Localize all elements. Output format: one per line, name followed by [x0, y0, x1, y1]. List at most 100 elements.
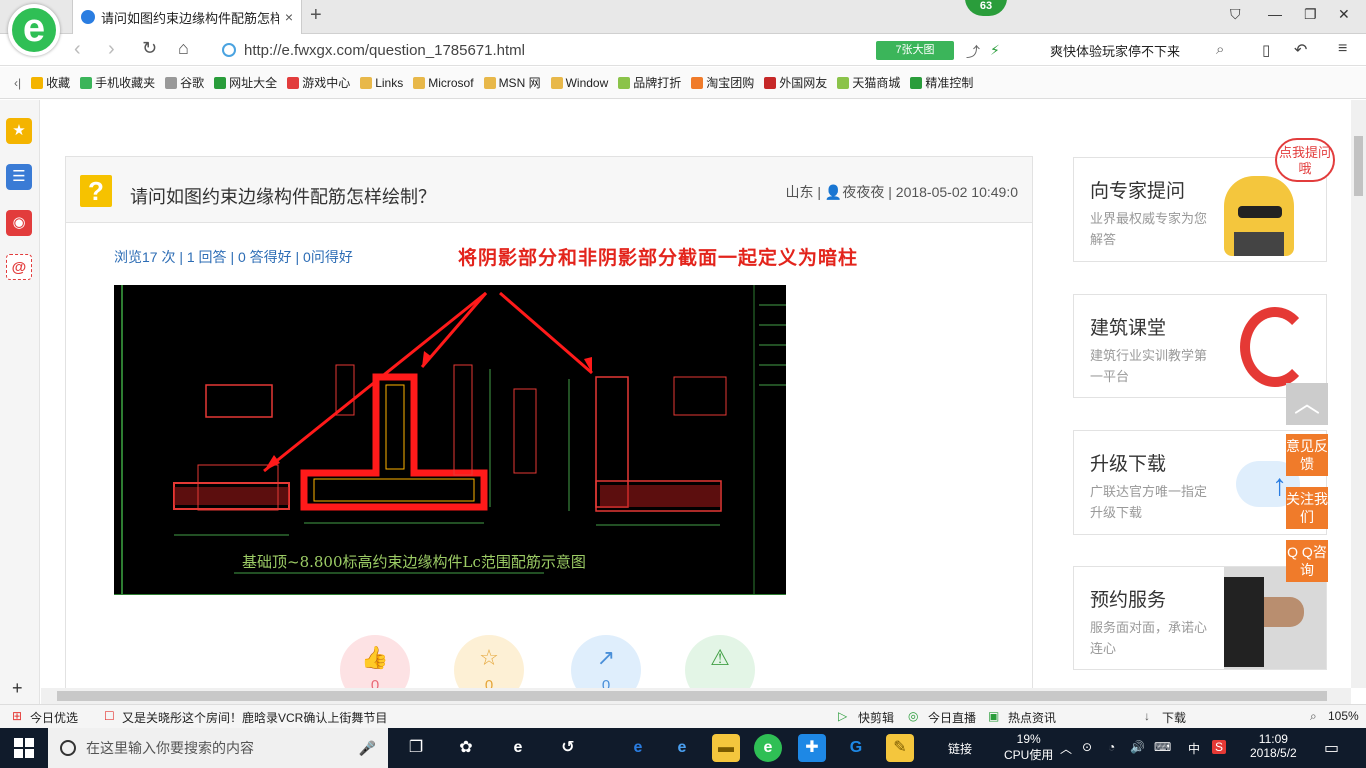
action-center-icon[interactable]: ▭	[1324, 738, 1339, 758]
forward-arrow-icon[interactable]: ›	[108, 38, 115, 61]
phone-icon[interactable]: ▯	[1262, 41, 1270, 59]
like-button[interactable]: 👍 0	[340, 635, 410, 688]
back-arrow-icon[interactable]: ‹	[74, 38, 81, 61]
bookmark-item[interactable]: 游戏中心	[287, 74, 350, 91]
bookmark-item[interactable]: Window	[550, 76, 608, 90]
edge-icon[interactable]: e	[624, 734, 652, 762]
tab-bar: 请问如图约束边缘构件配筋怎样绘 × + 63 ⛉ — ❐ ✕	[0, 0, 1366, 34]
volume-icon[interactable]: 🔊	[1130, 740, 1145, 754]
bookmark-item[interactable]: 精准控制	[910, 74, 973, 91]
app-plus-icon[interactable]: ✚	[798, 734, 826, 762]
browser-logo[interactable]: e	[8, 4, 60, 56]
qq-consult-button[interactable]: Q Q咨询	[1286, 540, 1328, 582]
favorites-star-icon[interactable]: ★	[6, 118, 32, 144]
undo-icon[interactable]: ↶	[1294, 40, 1307, 60]
new-tab-button[interactable]: +	[310, 4, 322, 27]
keyboard-icon[interactable]: ⌨	[1154, 740, 1171, 754]
bookmark-item[interactable]: 手机收藏夹	[80, 74, 155, 91]
follow-us-button[interactable]: 关注我们	[1286, 487, 1328, 529]
menu-icon[interactable]: ≡	[1338, 40, 1347, 58]
sogou-ime-icon[interactable]: S	[1212, 740, 1227, 754]
email-icon[interactable]: @	[6, 254, 32, 280]
quick-edit-link[interactable]: 快剪辑	[858, 709, 894, 726]
ask-bubble[interactable]: 点我提问哦	[1275, 138, 1335, 182]
share-icon[interactable]: ⤴	[966, 42, 980, 62]
big-image-button[interactable]: 7张大图	[876, 41, 954, 60]
news-headline[interactable]: 又是关晓彤这个房间！鹿晗录VCR确认上街舞节目	[122, 709, 387, 726]
zoom-icon: ⌕	[1310, 709, 1317, 723]
bookmark-item[interactable]: 谷歌	[165, 74, 204, 91]
bookmark-item[interactable]: 外国网友	[764, 74, 827, 91]
clock[interactable]: 11:09 2018/5/2	[1250, 732, 1297, 760]
lightning-icon[interactable]: ⚡	[990, 42, 1000, 59]
notification-badge[interactable]: 63	[965, 0, 1007, 16]
sidebar-toggle-icon[interactable]: ‹|	[14, 76, 21, 90]
feedback-button[interactable]: 意见反馈	[1286, 434, 1328, 476]
vertical-scrollbar[interactable]	[1351, 100, 1366, 688]
taskbar-search-box[interactable]: 在这里输入你要搜索的内容 🎤	[48, 728, 388, 768]
search-hint[interactable]: 爽快体验玩家停不下来	[1050, 41, 1180, 60]
tray-app-icon[interactable]: ⊙	[1082, 740, 1092, 754]
horizontal-scrollbar[interactable]	[41, 688, 1351, 704]
annotation-title: 将阴影部分和非阴影部分截面一起定义为暗柱	[458, 247, 859, 269]
question-mark-icon: ?	[80, 175, 112, 207]
links-toolbar-label[interactable]: 链接	[948, 740, 972, 757]
page-favicon-icon	[81, 10, 95, 24]
download-link[interactable]: 下载	[1162, 709, 1186, 726]
favorite-button[interactable]: ☆ 0	[454, 635, 524, 688]
zoom-level[interactable]: 105%	[1328, 709, 1359, 723]
cad-drawing-image[interactable]: 基础顶~8.800标高约束边缘构件Lc范围配筋示意图	[114, 285, 786, 596]
bookmark-item[interactable]: 品牌打折	[618, 74, 681, 91]
reading-list-icon[interactable]: ☰	[6, 164, 32, 190]
wifi-icon[interactable]: ◔	[1108, 740, 1115, 754]
today-pick-label[interactable]: 今日优选	[30, 709, 78, 726]
2345-browser-icon[interactable]: e	[754, 734, 782, 762]
hot-news-link[interactable]: 热点资讯	[1008, 709, 1056, 726]
horizontal-scroll-thumb[interactable]	[57, 691, 1327, 701]
add-sidebar-icon[interactable]: +	[12, 678, 23, 699]
weibo-icon[interactable]: ◉	[6, 210, 32, 236]
back-to-top-button[interactable]: ︿	[1286, 383, 1328, 425]
url-field[interactable]: http://e.fwxgx.com/question_1785671.html	[222, 39, 862, 61]
minimize-button[interactable]: —	[1268, 6, 1282, 22]
cpu-percent: 19%	[1016, 732, 1041, 746]
microphone-icon[interactable]: 🎤	[359, 740, 376, 757]
task-view-icon[interactable]: ❐	[402, 734, 430, 762]
bookmark-icon	[764, 76, 777, 89]
glodon-logo-icon	[1240, 307, 1310, 387]
search-icon[interactable]: ⌕	[1216, 41, 1224, 58]
active-tab[interactable]: 请问如图约束边缘构件配筋怎样绘 ×	[72, 0, 302, 34]
windows-start-icon[interactable]	[14, 738, 34, 758]
close-tab-icon[interactable]: ×	[285, 9, 293, 25]
file-explorer-icon[interactable]: ▬	[712, 734, 740, 762]
bookmark-item[interactable]: Links	[360, 76, 403, 90]
spiral-app-icon[interactable]: ↺	[554, 734, 582, 762]
bookmark-item[interactable]: Microsof	[413, 76, 474, 90]
bookmark-item[interactable]: 淘宝团购	[691, 74, 754, 91]
thumbs-up-icon: 👍	[361, 645, 389, 670]
cpu-meter[interactable]: 19% CPU使用	[1004, 732, 1053, 763]
tray-expand-icon[interactable]: ︿	[1060, 740, 1072, 757]
internet-explorer-icon[interactable]: e	[668, 734, 696, 762]
bookmark-label: 手机收藏夹	[95, 76, 156, 90]
bookmark-item[interactable]: 收藏	[31, 74, 70, 91]
pinwheel-app-icon[interactable]: ✿	[452, 734, 480, 762]
home-icon[interactable]: ⌂	[178, 38, 189, 59]
glodon-app-icon[interactable]: G	[842, 734, 870, 762]
report-button[interactable]: ⚠	[685, 635, 755, 688]
bookmark-icon	[910, 76, 923, 89]
notes-app-icon[interactable]: ✎	[886, 734, 914, 762]
bookmark-item[interactable]: MSN 网	[483, 74, 541, 91]
shirt-icon[interactable]: ⛉	[1230, 6, 1241, 23]
bookmark-item[interactable]: 网址大全	[214, 74, 277, 91]
reload-icon[interactable]: ↻	[142, 38, 157, 59]
live-link[interactable]: 今日直播	[928, 709, 976, 726]
close-window-button[interactable]: ✕	[1338, 6, 1350, 23]
ime-indicator[interactable]: 中	[1188, 740, 1200, 757]
bookmark-item[interactable]: 天猫商城	[837, 74, 900, 91]
status-bar: ⊞ 今日优选 ☐ 又是关晓彤这个房间！鹿晗录VCR确认上街舞节目 ▷ 快剪辑 ◎…	[0, 704, 1366, 728]
restore-button[interactable]: ❐	[1304, 6, 1317, 23]
share-button[interactable]: ↗ 0	[571, 635, 641, 688]
vertical-scroll-thumb[interactable]	[1354, 136, 1363, 196]
ie-app-icon[interactable]: e	[504, 734, 532, 762]
